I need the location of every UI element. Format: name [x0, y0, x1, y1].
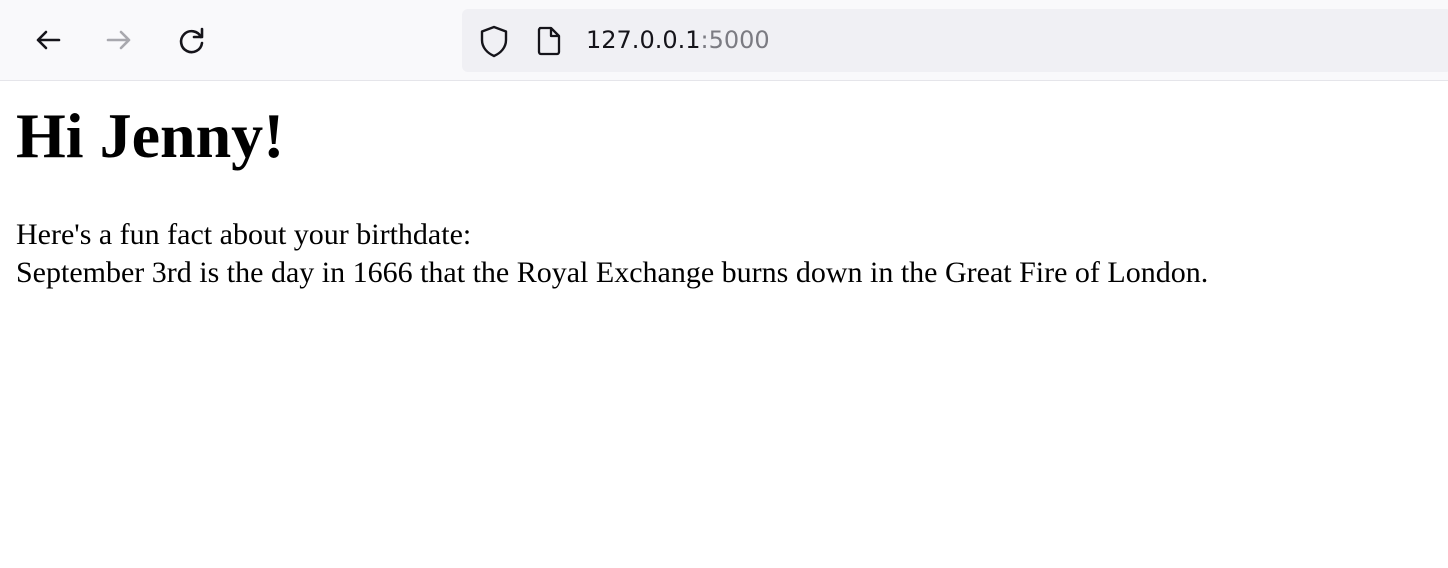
reload-icon: [175, 23, 209, 57]
page-icon[interactable]: [534, 9, 564, 72]
back-button[interactable]: [28, 20, 68, 60]
browser-toolbar: 127.0.0.1:5000: [0, 0, 1448, 81]
fun-fact-text: Here's a fun fact about your birthdate: …: [16, 216, 1208, 292]
fun-fact-intro: Here's a fun fact about your birthdate:: [16, 218, 472, 251]
url-port: :5000: [700, 26, 770, 54]
forward-arrow-icon: [103, 24, 135, 56]
fun-fact-detail: September 3rd is the day in 1666 that th…: [16, 256, 1209, 289]
forward-button[interactable]: [99, 20, 139, 60]
page-content: Hi Jenny! Here's a fun fact about your b…: [0, 82, 1448, 568]
back-arrow-icon: [32, 24, 64, 56]
url-bar[interactable]: 127.0.0.1:5000: [462, 9, 1448, 72]
url-host: 127.0.0.1: [586, 26, 701, 54]
url-text[interactable]: 127.0.0.1:5000: [586, 9, 770, 72]
reload-button[interactable]: [172, 20, 212, 60]
shield-icon[interactable]: [476, 9, 512, 72]
greeting-heading: Hi Jenny!: [16, 100, 285, 171]
